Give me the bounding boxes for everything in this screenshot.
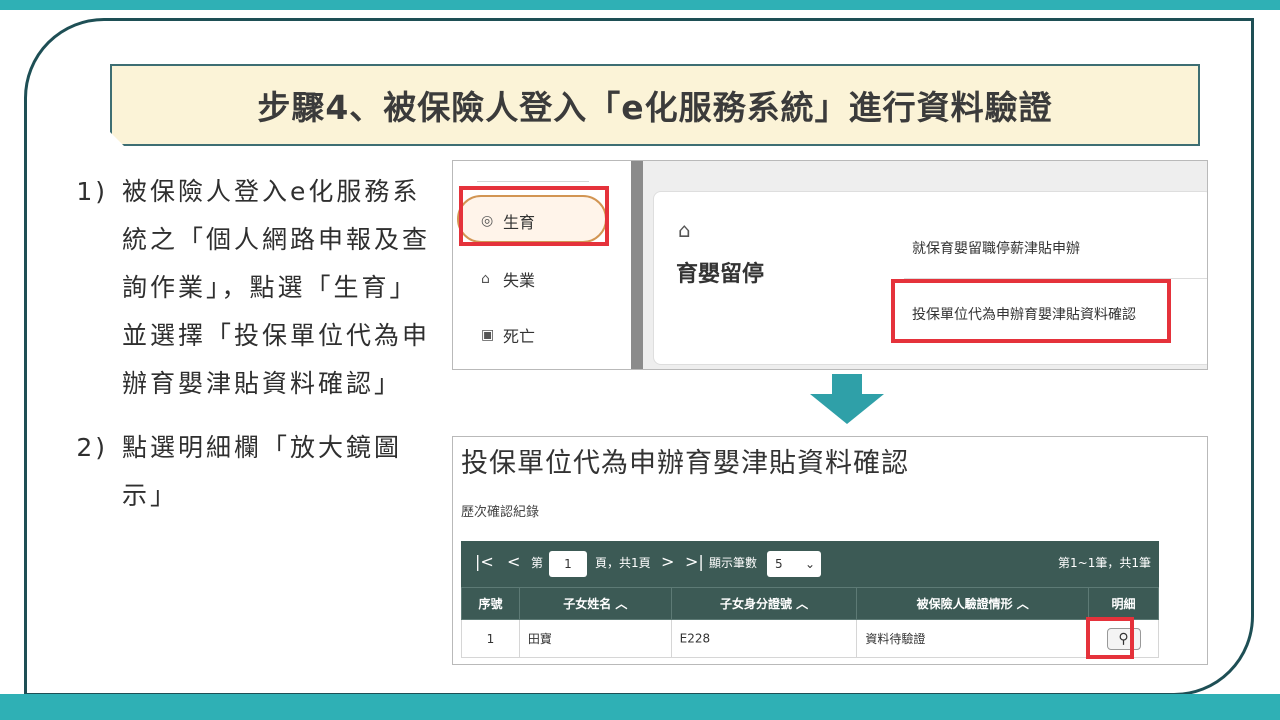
service-link-parental-leave[interactable]: 就保育嬰留職停薪津貼申辦	[912, 238, 1080, 258]
records-table: 序號 子女姓名 ︿ 子女身分證號 ︿ 被保險人驗證情形 ︿ 明細 1 田寶 E2…	[461, 587, 1159, 658]
death-icon: ▣	[481, 327, 495, 343]
per-page-select[interactable]: 5 ⌄	[767, 551, 821, 577]
highlight-magnifier	[1086, 617, 1134, 659]
step-number: 2)	[76, 433, 108, 462]
card-category: 育嬰留停	[676, 262, 765, 287]
column-header-detail: 明細	[1088, 587, 1159, 620]
page-number-input[interactable]: 1	[549, 551, 587, 577]
next-page-icon[interactable]: >	[661, 552, 674, 571]
slide-title: 步驟4、被保險人登入「e化服務系統」進行資料驗證	[110, 64, 1200, 146]
page-prefix: 第	[531, 556, 544, 570]
highlight-birth	[459, 186, 609, 246]
column-header-seq: 序號	[461, 587, 520, 620]
prev-page-icon[interactable]: <	[507, 552, 520, 571]
section-subtitle: 歷次確認紀錄	[461, 505, 540, 520]
step-text: 被保險人登入e化服務系統之「個人網路申報及查詢作業」，點選「生育」 並選擇「投保…	[122, 177, 431, 398]
divider	[477, 181, 589, 182]
child-id-value: E228	[679, 631, 711, 645]
redaction-mask	[710, 629, 765, 648]
column-header-status[interactable]: 被保險人驗證情形 ︿	[856, 587, 1090, 620]
nav-item-label: 失業	[503, 271, 536, 290]
record-summary: 第1~1筆，共1筆	[1058, 556, 1151, 570]
step-2: 2) 點選明細欄「放大鏡圖示」	[64, 424, 444, 520]
column-header-child-id[interactable]: 子女身分證號 ︿	[670, 587, 858, 620]
last-page-icon[interactable]: >|	[685, 552, 704, 571]
highlight-confirm-link	[891, 279, 1171, 343]
page-suffix: 頁，共1頁	[595, 556, 651, 570]
column-header-child-name[interactable]: 子女姓名 ︿	[518, 587, 672, 620]
panel-divider	[631, 161, 643, 369]
unemployment-icon: ⌂	[481, 271, 490, 287]
first-page-icon[interactable]: |<	[475, 552, 494, 571]
down-arrow-icon	[810, 374, 884, 424]
step-text: 點選明細欄「放大鏡圖示」	[122, 433, 403, 510]
house-icon: ⌂	[678, 218, 691, 242]
step-1: 1) 被保險人登入e化服務系統之「個人網路申報及查詢作業」，點選「生育」 並選擇…	[64, 168, 444, 408]
instruction-list: 1) 被保險人登入e化服務系統之「個人網路申報及查詢作業」，點選「生育」 並選擇…	[64, 168, 444, 520]
step-number: 1)	[76, 177, 108, 206]
cell-child-id: E228	[670, 619, 858, 658]
pagination-bar: |< < 第 1 頁，共1頁 > >| 顯示筆數 5 ⌄ 第1~1筆，共1筆	[461, 541, 1159, 587]
nav-item-unemployment[interactable]: ⌂ 失業	[481, 267, 535, 291]
bottom-accent-bar	[0, 694, 1280, 720]
table-row: 1 田寶 E228 資料待驗證 ⚲	[461, 619, 1159, 658]
top-accent-bar	[0, 0, 1280, 10]
chevron-down-icon: ⌄	[804, 557, 815, 571]
cell-status: 資料待驗證	[856, 619, 1090, 658]
per-page-label: 顯示筆數	[709, 556, 758, 570]
cell-seq: 1	[461, 619, 520, 658]
cell-child-name: 田寶	[518, 619, 672, 658]
page-title: 投保單位代為申辦育嬰津貼資料確認	[461, 448, 909, 479]
nav-item-death[interactable]: ▣ 死亡	[481, 323, 535, 347]
per-page-value: 5	[775, 557, 783, 571]
nav-item-label: 死亡	[503, 327, 536, 346]
